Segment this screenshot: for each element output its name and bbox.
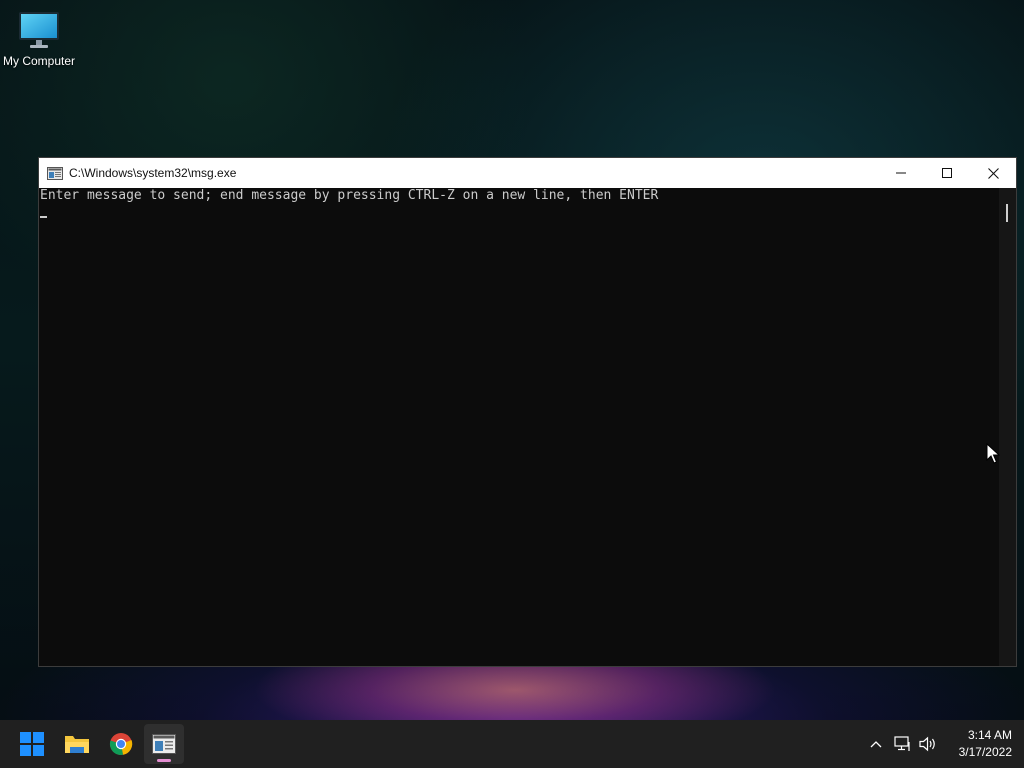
network-icon: [894, 736, 910, 751]
console-app-icon: [152, 734, 176, 754]
taskbar-file-explorer-button[interactable]: [57, 724, 97, 764]
taskbar-msg-console-button[interactable]: [144, 724, 184, 764]
chrome-icon: [109, 733, 133, 755]
text-caret: [40, 216, 47, 218]
network-status-button[interactable]: [892, 732, 914, 756]
clock-date: 3/17/2022: [958, 745, 1012, 759]
windows-start-icon: [20, 732, 44, 756]
taskbar: 3:14 AM 3/17/2022: [0, 720, 1024, 768]
show-hidden-icons-button[interactable]: [866, 732, 886, 756]
minimize-icon: [896, 172, 906, 174]
window-titlebar[interactable]: C:\Windows\system32\msg.exe: [39, 158, 1016, 188]
active-app-indicator: [157, 759, 171, 762]
taskbar-clock[interactable]: 3:14 AM 3/17/2022: [940, 727, 1012, 761]
desktop-icon-my-computer[interactable]: My Computer: [0, 8, 78, 68]
scrollbar-thumb[interactable]: [1006, 204, 1008, 222]
chevron-up-icon: [870, 741, 882, 748]
close-icon: [987, 167, 999, 179]
window-controls: [878, 158, 1016, 188]
taskbar-start-button[interactable]: [12, 724, 52, 764]
taskbar-chrome-button[interactable]: [101, 724, 141, 764]
monitor-icon: [19, 12, 59, 48]
minimize-button[interactable]: [878, 158, 924, 188]
mouse-pointer-icon: [986, 443, 1000, 464]
maximize-button[interactable]: [924, 158, 970, 188]
desktop-icon-label: My Computer: [2, 54, 76, 68]
speaker-icon: [919, 736, 935, 752]
console-output-area[interactable]: Enter message to send; end message by pr…: [39, 188, 999, 666]
console-prompt-line: Enter message to send; end message by pr…: [40, 188, 659, 203]
clock-time: 3:14 AM: [967, 728, 1012, 742]
volume-button[interactable]: [917, 732, 939, 756]
console-app-icon: [47, 166, 63, 180]
window-title: C:\Windows\system32\msg.exe: [69, 166, 237, 180]
msg-console-window[interactable]: C:\Windows\system32\msg.exe Enter messag…: [38, 157, 1017, 667]
maximize-icon: [942, 168, 952, 178]
close-button[interactable]: [970, 158, 1016, 188]
folder-icon: [65, 736, 89, 753]
vertical-scrollbar[interactable]: [999, 188, 1016, 666]
